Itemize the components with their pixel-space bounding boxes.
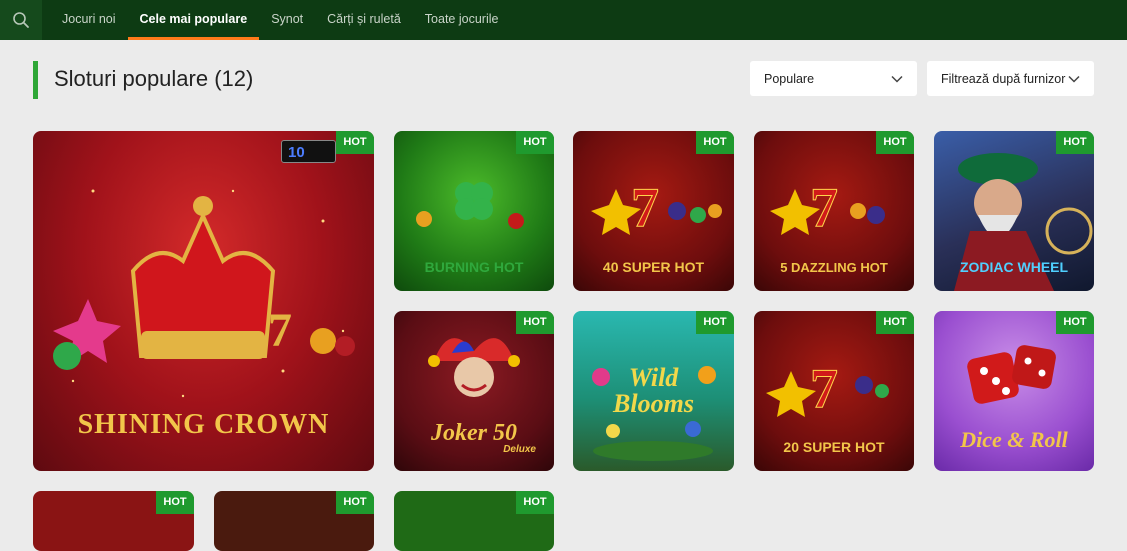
provider-filter-select[interactable]: Filtrează după furnizor [927,61,1094,96]
category-tabs: Jocuri noi Cele mai populare Synot Cărți… [50,0,510,40]
game-tile-dice-and-roll[interactable]: Dice & Roll HOT [934,311,1094,471]
game-tile-zodiac-wheel[interactable]: ZODIAC WHEEL HOT [934,131,1094,291]
hot-badge: HOT [156,491,194,514]
hot-badge: HOT [336,491,374,514]
game-tile-burning-hot[interactable]: BURNING HOT HOT [394,131,554,291]
page-title: Sloturi populare (12) [54,66,254,91]
chevron-down-icon [1068,75,1080,83]
game-title: SHINING CROWN [77,409,330,440]
svg-text:7: 7 [631,177,659,239]
hot-badge: HOT [696,131,734,154]
hot-badge: HOT [516,311,554,334]
hot-badge: HOT [1056,311,1094,334]
title-marker [33,61,38,99]
tab-jocuri-noi[interactable]: Jocuri noi [50,0,128,40]
game-tile-40-super-hot[interactable]: 7 40 SUPER HOT HOT [573,131,734,291]
game-tile-joker-50-deluxe[interactable]: Joker 50 Deluxe HOT [394,311,554,471]
game-title: BURNING HOT [424,259,524,275]
top-nav-bar: Jocuri noi Cele mai populare Synot Cărți… [0,0,1127,40]
hot-badge: HOT [516,491,554,514]
game-subtitle: Deluxe [503,444,536,455]
tab-carti-si-ruleta[interactable]: Cărți și ruletă [315,0,413,40]
game-tile-wild-blooms[interactable]: Wild Blooms HOT [573,311,734,471]
svg-text:7: 7 [268,304,292,357]
search-icon [13,12,29,28]
game-title: Joker 50 [431,420,517,446]
hot-badge: HOT [876,311,914,334]
game-title: Dice & Roll [960,427,1068,452]
game-tile-5-dazzling-hot[interactable]: 7 5 DAZZLING HOT HOT [754,131,914,291]
hot-badge: HOT [876,131,914,154]
sort-select-value: Populare [764,71,815,86]
game-tile-shining-crown[interactable]: 7 SHINING CROWN 10 HOT [33,131,374,471]
game-title: Wild Blooms [613,363,694,418]
hot-badge: HOT [516,131,554,154]
chevron-down-icon [891,75,903,83]
svg-text:7: 7 [810,177,838,239]
game-title: 40 SUPER HOT [602,259,705,275]
hot-badge: HOT [336,131,374,154]
game-tile-partial[interactable]: HOT [33,491,194,551]
game-title: ZODIAC WHEEL [959,259,1069,275]
game-tile-partial[interactable]: HOT [394,491,554,551]
game-title: 5 DAZZLING HOT [780,260,888,275]
jackpot-counter-value: 10 [288,144,305,161]
tab-cele-mai-populare[interactable]: Cele mai populare [127,0,260,40]
game-tile-20-super-hot[interactable]: 7 20 SUPER HOT HOT [754,311,914,471]
sort-select[interactable]: Populare [750,61,917,96]
tab-synot[interactable]: Synot [259,0,315,40]
svg-text:7: 7 [810,358,838,420]
game-title: 20 SUPER HOT [783,439,885,455]
tab-toate-jocurile[interactable]: Toate jocurile [413,0,511,40]
game-tile-partial[interactable]: HOT [214,491,374,551]
jackpot-counter: 10 [281,140,336,163]
hot-badge: HOT [696,311,734,334]
provider-filter-value: Filtrează după furnizor [941,71,1066,86]
hot-badge: HOT [1056,131,1094,154]
search-button[interactable] [0,0,42,40]
